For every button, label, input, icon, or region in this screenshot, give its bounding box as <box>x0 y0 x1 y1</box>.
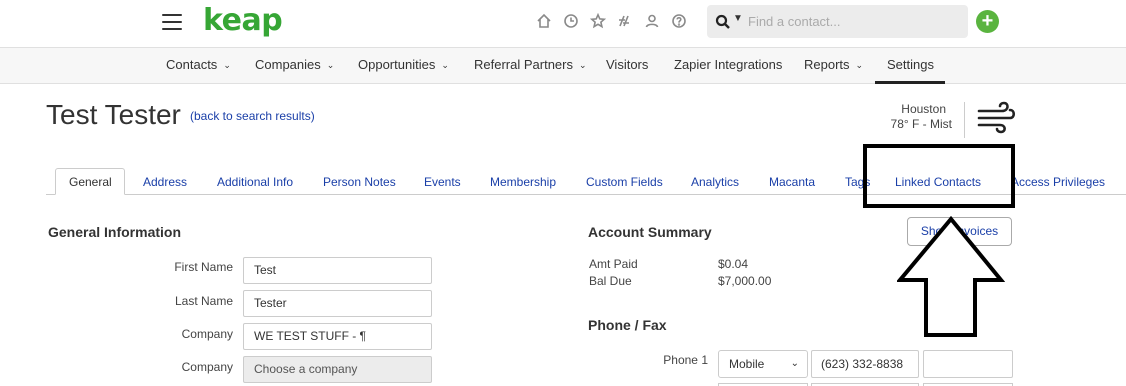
last-name-label: Last Name <box>174 294 233 308</box>
tab-person-notes[interactable]: Person Notes <box>323 175 396 189</box>
home-icon[interactable] <box>535 12 553 30</box>
tab-membership[interactable]: Membership <box>490 175 556 189</box>
nav-referral-partners[interactable]: Referral Partners ⌄ <box>474 57 587 72</box>
first-name-label: First Name <box>174 260 233 274</box>
tab-macanta[interactable]: Macanta <box>769 175 815 189</box>
company-select[interactable]: Choose a company <box>243 356 432 383</box>
chevron-down-icon: ⌄ <box>855 60 864 70</box>
phone1-type-select[interactable]: Mobile ⌄ <box>718 350 808 378</box>
company-field[interactable]: WE TEST STUFF - ¶ <box>243 323 432 350</box>
tab-custom-fields[interactable]: Custom Fields <box>586 175 663 189</box>
company-label: Company <box>181 327 233 341</box>
general-information-heading: General Information <box>48 224 182 240</box>
weather-conditions: 78° F - Mist <box>890 117 952 131</box>
nav-label: Companies <box>255 57 321 72</box>
nav-reports[interactable]: Reports ⌄ <box>804 57 863 72</box>
back-to-search-link[interactable]: (back to search results) <box>190 109 315 123</box>
page-title: Test Tester <box>46 99 181 130</box>
nav-contacts[interactable]: Contacts ⌄ <box>166 57 231 72</box>
nav-zapier-integrations[interactable]: Zapier Integrations <box>674 57 782 72</box>
nav-label: Visitors <box>606 57 649 72</box>
search-caret-icon[interactable]: ▼ <box>733 13 743 24</box>
tab-access-privileges[interactable]: Access Privileges <box>1011 175 1105 189</box>
nav-active-indicator <box>875 81 945 84</box>
nav-label: Contacts <box>166 57 218 72</box>
bal-due-label: Bal Due <box>589 274 632 288</box>
nav-label: Reports <box>804 57 850 72</box>
add-button[interactable]: + <box>976 10 999 33</box>
zapier-icon[interactable] <box>615 12 633 30</box>
phone1-extension-field[interactable] <box>923 350 1013 378</box>
nav-label: Zapier Integrations <box>674 57 783 72</box>
search-icon[interactable] <box>715 14 731 35</box>
phone-fax-heading: Phone / Fax <box>588 317 667 333</box>
user-icon[interactable] <box>643 12 661 30</box>
nav-label: Settings <box>887 57 934 72</box>
chevron-down-icon: ⌄ <box>790 358 799 369</box>
first-name-field[interactable]: Test <box>243 257 432 284</box>
tab-general[interactable]: General <box>69 175 112 189</box>
menu-icon[interactable] <box>162 14 182 30</box>
phone1-type-value: Mobile <box>729 357 765 371</box>
weather-city: Houston <box>901 102 946 116</box>
chevron-down-icon: ⌄ <box>223 60 231 70</box>
chevron-down-icon: ⌄ <box>441 60 449 70</box>
nav-settings[interactable]: Settings <box>887 57 934 72</box>
wind-icon <box>976 100 1016 134</box>
star-icon[interactable] <box>589 12 607 30</box>
account-summary-heading: Account Summary <box>588 224 712 240</box>
nav-companies[interactable]: Companies ⌄ <box>255 57 334 72</box>
search-input[interactable] <box>748 9 960 33</box>
clock-icon[interactable] <box>562 12 580 30</box>
last-name-field[interactable]: Tester <box>243 290 432 317</box>
arrow-up-icon <box>895 215 1006 338</box>
phone1-number-field[interactable]: (623) 332-8838 <box>811 350 919 378</box>
tab-events[interactable]: Events <box>424 175 461 189</box>
nav-opportunities[interactable]: Opportunities ⌄ <box>358 57 449 72</box>
company-select-label: Company <box>181 360 233 374</box>
nav-visitors[interactable]: Visitors <box>606 57 648 72</box>
phone1-label: Phone 1 <box>663 353 708 367</box>
keap-logo[interactable]: keap <box>203 3 283 38</box>
bal-due-value: $7,000.00 <box>718 274 772 288</box>
tab-additional-info[interactable]: Additional Info <box>217 175 293 189</box>
highlight-box <box>863 144 1015 208</box>
tab-address[interactable]: Address <box>143 175 187 189</box>
chevron-down-icon: ⌄ <box>326 60 335 70</box>
weather-divider <box>964 102 965 138</box>
nav-label: Referral Partners <box>474 57 573 72</box>
help-icon[interactable] <box>670 12 688 30</box>
amt-paid-value: $0.04 <box>718 257 749 271</box>
nav-label: Opportunities <box>358 57 436 72</box>
tab-analytics[interactable]: Analytics <box>691 175 739 189</box>
amt-paid-label: Amt Paid <box>589 257 638 271</box>
chevron-down-icon: ⌄ <box>578 60 587 70</box>
